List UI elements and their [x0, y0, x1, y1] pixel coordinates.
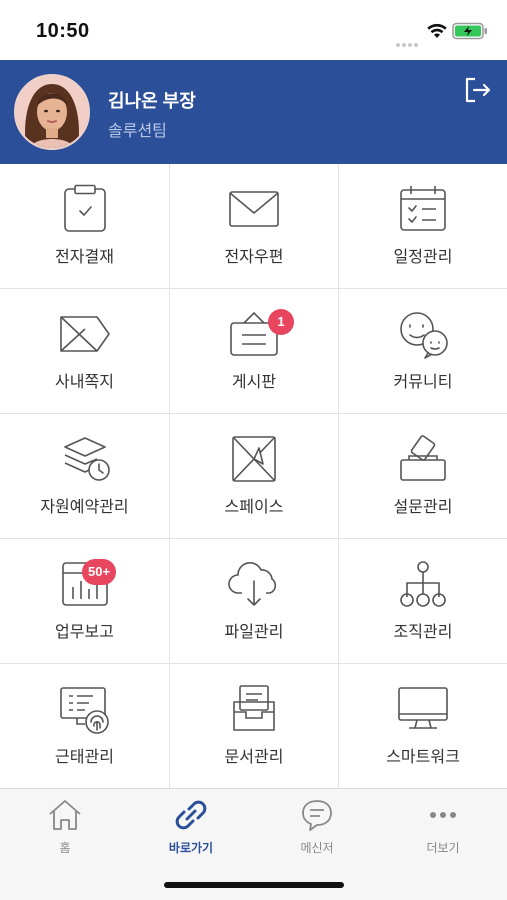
menu-note[interactable]: 사내쪽지	[0, 289, 169, 413]
tab-label: 메신저	[300, 841, 334, 855]
cloud-download-icon	[228, 561, 277, 606]
menu-label: 스마트워크	[386, 749, 460, 766]
survey-ballot-icon	[400, 435, 446, 481]
menu-mail[interactable]: 전자우편	[170, 164, 338, 288]
calendar-icon	[400, 186, 446, 231]
space-box-icon	[232, 436, 276, 482]
profile-header: 김나온 부장 솔루션팀	[0, 60, 507, 164]
menu-label: 자원예약관리	[40, 499, 129, 516]
menu-board[interactable]: 1 게시판	[170, 289, 338, 413]
link-icon	[175, 800, 207, 830]
home-indicator[interactable]	[164, 882, 344, 888]
shortcut-menu-grid: 전자결재 전자우편 일정관리 사내쪽지 1 게시판 커뮤니티 자원예약관리 스페…	[0, 164, 507, 788]
menu-label: 전자결재	[55, 249, 114, 266]
status-time: 10:50	[36, 20, 90, 42]
tab-label: 홈	[59, 841, 71, 855]
envelope-icon	[229, 191, 279, 227]
menu-approval[interactable]: 전자결재	[0, 164, 169, 288]
tab-home[interactable]: 홈	[2, 797, 128, 861]
menu-label: 설문관리	[393, 499, 453, 516]
document-tray-icon	[233, 685, 275, 731]
menu-organization[interactable]: 조직관리	[339, 539, 507, 663]
user-team: 솔루션팀	[108, 123, 167, 140]
report-badge: 50+	[82, 559, 117, 585]
tab-label: 더보기	[426, 841, 460, 855]
tab-more[interactable]: 더보기	[380, 797, 506, 861]
battery-charging-icon	[452, 22, 487, 40]
menu-label: 근태관리	[55, 749, 114, 766]
menu-resource[interactable]: 자원예약관리	[0, 414, 169, 538]
board-badge: 1	[268, 309, 294, 335]
tab-label: 바로가기	[168, 841, 214, 855]
menu-documents[interactable]: 문서관리	[170, 664, 338, 788]
chat-bubble-icon	[302, 800, 332, 831]
home-icon	[49, 800, 81, 830]
menu-label: 파일관리	[224, 624, 284, 641]
monitor-icon	[398, 687, 448, 729]
wifi-icon	[427, 23, 447, 38]
menu-label: 문서관리	[224, 749, 284, 766]
menu-label: 일정관리	[393, 249, 453, 266]
avatar[interactable]	[14, 74, 90, 150]
signal-dots-icon	[396, 34, 420, 52]
menu-attendance[interactable]: 근태관리	[0, 664, 169, 788]
menu-label: 업무보고	[55, 624, 114, 641]
status-bar: 10:50	[0, 0, 507, 60]
tab-shortcuts[interactable]: 바로가기	[128, 797, 254, 861]
menu-label: 커뮤니티	[393, 374, 453, 391]
menu-files[interactable]: 파일관리	[170, 539, 338, 663]
clipboard-check-icon	[63, 184, 106, 232]
menu-report[interactable]: 50+ 업무보고	[0, 539, 169, 663]
menu-label: 스페이스	[224, 499, 284, 516]
tab-messenger[interactable]: 메신저	[254, 797, 380, 861]
fingerprint-attendance-icon	[59, 687, 109, 734]
menu-schedule[interactable]: 일정관리	[339, 164, 507, 288]
layers-clock-icon	[63, 437, 110, 481]
logout-icon[interactable]	[462, 74, 494, 106]
menu-community[interactable]: 커뮤니티	[339, 289, 507, 413]
avatar-portrait-icon	[16, 76, 88, 148]
more-dots-icon	[430, 812, 456, 818]
menu-label: 전자우편	[224, 249, 284, 266]
menu-survey[interactable]: 설문관리	[339, 414, 507, 538]
user-name: 김나온 부장	[108, 91, 196, 111]
menu-label: 사내쪽지	[55, 374, 114, 391]
menu-label: 조직관리	[393, 624, 453, 641]
message-note-icon	[59, 316, 110, 352]
menu-space[interactable]: 스페이스	[170, 414, 338, 538]
menu-smartwork[interactable]: 스마트워크	[339, 664, 507, 788]
menu-label: 게시판	[231, 374, 277, 391]
community-faces-icon	[400, 312, 448, 359]
org-chart-icon	[400, 561, 446, 607]
